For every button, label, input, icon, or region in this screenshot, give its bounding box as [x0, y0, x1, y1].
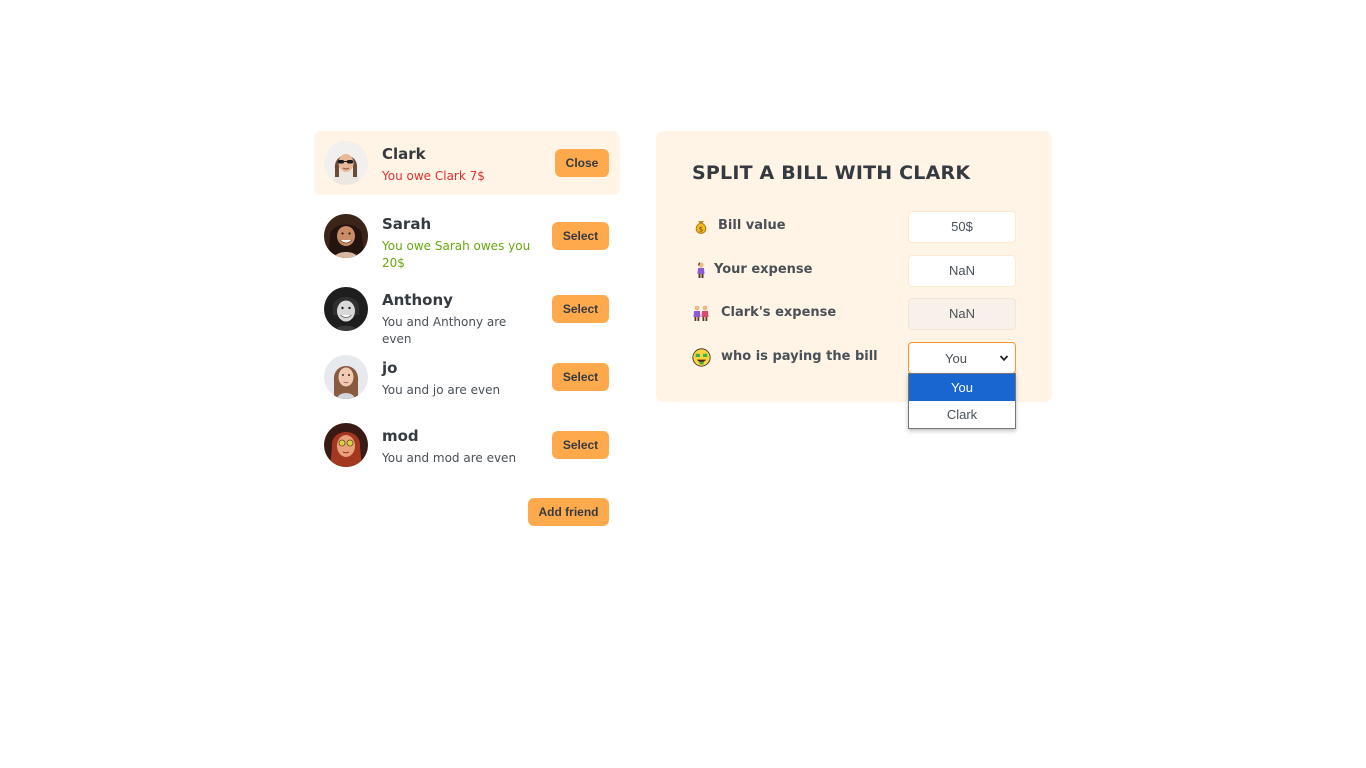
friend-item-clark[interactable]: Clark You owe Clark 7$ Close [314, 131, 620, 195]
friend-name: Sarah [382, 215, 432, 233]
select-button[interactable]: Select [552, 295, 609, 323]
two-people-icon [693, 305, 709, 321]
payer-option-you[interactable]: You [909, 374, 1015, 401]
money-bag-icon: $ [695, 221, 707, 234]
friend-balance-status: You and Anthony are even [382, 315, 507, 346]
select-button[interactable]: Select [552, 363, 609, 391]
friend-item-sarah[interactable]: Sarah You owe Sarah owes you 20$ Select [314, 199, 620, 273]
friends-sidebar: Clark You owe Clark 7$ Close Sarah You o… [314, 131, 620, 526]
form-title: SPLIT A BILL WITH CLARK [692, 162, 971, 184]
chevron-down-icon [999, 355, 1009, 362]
add-friend-button[interactable]: Add friend [528, 498, 609, 526]
your-expense-input[interactable]: NaN [908, 255, 1016, 287]
select-button[interactable]: Select [552, 222, 609, 250]
split-bill-form: SPLIT A BILL WITH CLARK $ Bill value 50$… [656, 131, 1052, 402]
friend-name: mod [382, 427, 419, 445]
friend-name: jo [382, 359, 398, 377]
svg-text:$: $ [699, 226, 703, 234]
avatar [324, 287, 368, 331]
avatar [324, 355, 368, 399]
avatar [324, 214, 368, 258]
bill-value-input[interactable]: 50$ [908, 211, 1016, 243]
bill-value-row: $ Bill value 50$ [692, 211, 1016, 243]
person-icon [697, 262, 705, 278]
friend-expense-row: Clark's expense NaN [692, 298, 1016, 330]
friend-balance-status: You and jo are even [382, 383, 501, 397]
friend-item-jo[interactable]: jo You and jo are even Select [314, 345, 620, 409]
payer-row: who is paying the bill You [692, 342, 1016, 374]
select-button[interactable]: Select [552, 431, 609, 459]
friend-name: Anthony [382, 291, 453, 309]
friend-expense-label: Clark's expense [721, 305, 837, 320]
payer-dropdown-list: You Clark [908, 373, 1016, 429]
avatar [324, 423, 368, 467]
your-expense-row: Your expense NaN [692, 255, 1016, 287]
bill-value-label: Bill value [718, 218, 786, 233]
friend-name: Clark [382, 145, 426, 163]
friend-item-mod[interactable]: mod You and mod are even Select [314, 413, 620, 477]
friend-item-anthony[interactable]: Anthony You and Anthony are even Select [314, 277, 620, 346]
payer-select[interactable]: You [908, 342, 1016, 374]
payer-option-clark[interactable]: Clark [909, 401, 1015, 428]
your-expense-label: Your expense [714, 262, 813, 277]
friend-balance-status: You and mod are even [382, 451, 517, 465]
money-face-icon [692, 348, 711, 367]
friend-balance-status: You owe Sarah owes you 20$ [382, 239, 531, 270]
close-button[interactable]: Close [555, 149, 609, 177]
payer-label: who is paying the bill [721, 349, 878, 364]
eat-n-split-app: Clark You owe Clark 7$ Close Sarah You o… [0, 0, 1366, 768]
friend-balance-status: You owe Clark 7$ [382, 169, 485, 183]
avatar [324, 141, 368, 185]
friend-expense-input: NaN [908, 298, 1016, 330]
payer-selected-value: You [945, 351, 967, 366]
